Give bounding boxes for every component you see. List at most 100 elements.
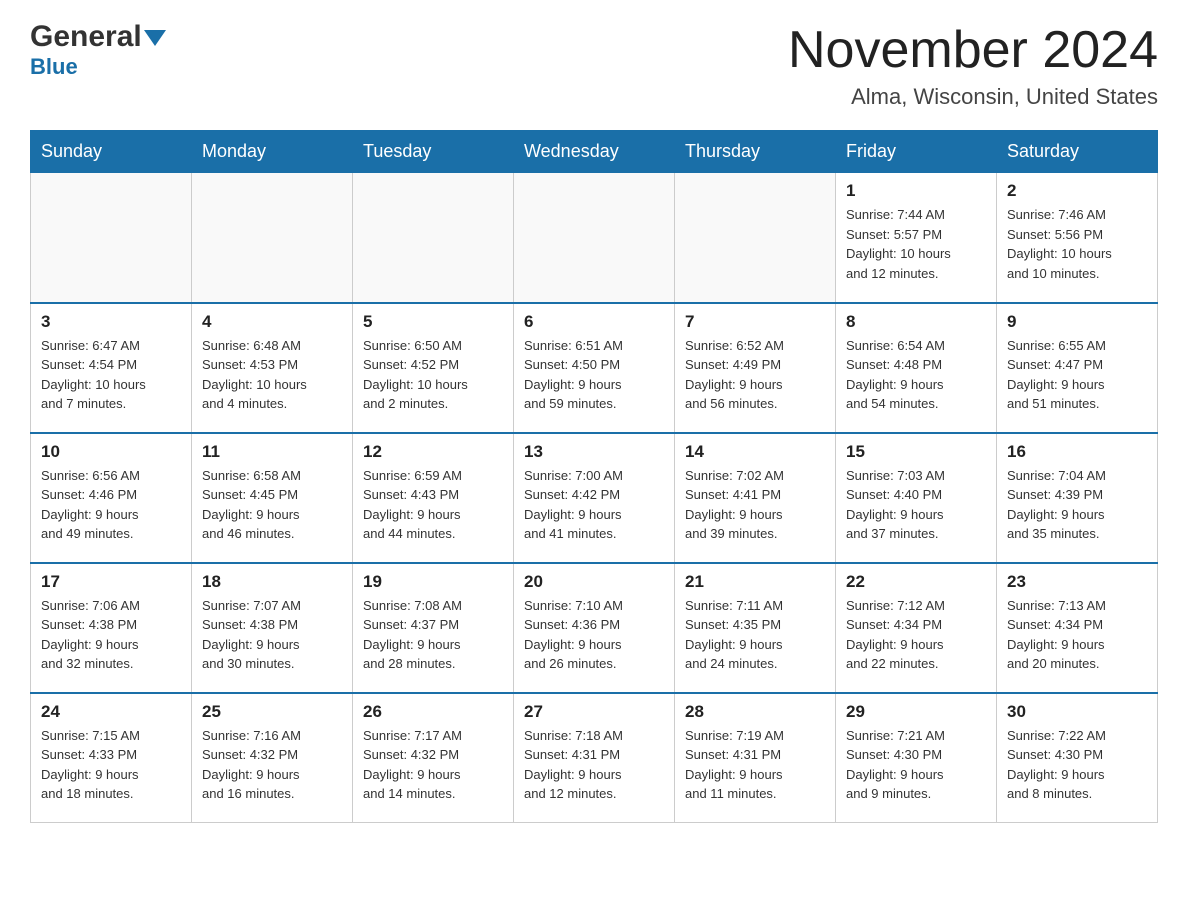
calendar-cell xyxy=(31,173,192,303)
day-number: 25 xyxy=(202,702,342,722)
calendar-header-monday: Monday xyxy=(192,131,353,173)
calendar-cell: 15Sunrise: 7:03 AMSunset: 4:40 PMDayligh… xyxy=(836,433,997,563)
logo: General Blue xyxy=(30,20,166,80)
calendar-cell xyxy=(514,173,675,303)
day-info: Sunrise: 6:48 AMSunset: 4:53 PMDaylight:… xyxy=(202,336,342,414)
calendar-cell: 11 Sunrise: 6:58 AMSunset: 4:45 PMDayligh… xyxy=(192,433,353,563)
day-number: 29 xyxy=(846,702,986,722)
day-number: 17 xyxy=(41,572,181,592)
calendar-cell: 17Sunrise: 7:06 AMSunset: 4:38 PMDayligh… xyxy=(31,563,192,693)
day-info: Sunrise: 6:51 AMSunset: 4:50 PMDaylight:… xyxy=(524,336,664,414)
calendar-cell: 23 Sunrise: 7:13 AMSunset: 4:34 PMDayligh… xyxy=(997,563,1158,693)
calendar-cell: 1Sunrise: 7:44 AMSunset: 5:57 PMDaylight… xyxy=(836,173,997,303)
day-number: 5 xyxy=(363,312,503,332)
day-info: Sunrise: 6:54 AMSunset: 4:48 PMDaylight:… xyxy=(846,336,986,414)
calendar-cell: 22Sunrise: 7:12 AMSunset: 4:34 PMDayligh… xyxy=(836,563,997,693)
day-info: Sunrise: 7:12 AMSunset: 4:34 PMDaylight:… xyxy=(846,596,986,674)
logo-arrow-icon xyxy=(144,30,166,46)
day-number: 11 xyxy=(202,442,342,462)
calendar-week-1: 1Sunrise: 7:44 AMSunset: 5:57 PMDaylight… xyxy=(31,173,1158,303)
calendar-cell: 8 Sunrise: 6:54 AMSunset: 4:48 PMDaylight… xyxy=(836,303,997,433)
calendar-cell xyxy=(675,173,836,303)
day-number: 15 xyxy=(846,442,986,462)
calendar-cell: 19Sunrise: 7:08 AMSunset: 4:37 PMDayligh… xyxy=(353,563,514,693)
calendar-cell: 29 Sunrise: 7:21 AMSunset: 4:30 PMDayligh… xyxy=(836,693,997,823)
calendar-cell: 18 Sunrise: 7:07 AMSunset: 4:38 PMDayligh… xyxy=(192,563,353,693)
calendar-cell: 26Sunrise: 7:17 AMSunset: 4:32 PMDayligh… xyxy=(353,693,514,823)
day-info: Sunrise: 7:18 AMSunset: 4:31 PMDaylight:… xyxy=(524,726,664,804)
title-block: November 2024 Alma, Wisconsin, United St… xyxy=(788,20,1158,110)
day-info: Sunrise: 7:08 AMSunset: 4:37 PMDaylight:… xyxy=(363,596,503,674)
day-number: 9 xyxy=(1007,312,1147,332)
day-info: Sunrise: 7:15 AMSunset: 4:33 PMDaylight:… xyxy=(41,726,181,804)
calendar-cell: 28 Sunrise: 7:19 AMSunset: 4:31 PMDayligh… xyxy=(675,693,836,823)
calendar-cell: 25 Sunrise: 7:16 AMSunset: 4:32 PMDayligh… xyxy=(192,693,353,823)
calendar-header-row: SundayMondayTuesdayWednesdayThursdayFrid… xyxy=(31,131,1158,173)
calendar-cell: 13Sunrise: 7:00 AMSunset: 4:42 PMDayligh… xyxy=(514,433,675,563)
day-number: 18 xyxy=(202,572,342,592)
day-info: Sunrise: 7:21 AMSunset: 4:30 PMDaylight:… xyxy=(846,726,986,804)
calendar-week-4: 17Sunrise: 7:06 AMSunset: 4:38 PMDayligh… xyxy=(31,563,1158,693)
calendar-cell: 14Sunrise: 7:02 AMSunset: 4:41 PMDayligh… xyxy=(675,433,836,563)
day-number: 26 xyxy=(363,702,503,722)
calendar-cell: 20Sunrise: 7:10 AMSunset: 4:36 PMDayligh… xyxy=(514,563,675,693)
calendar-header-friday: Friday xyxy=(836,131,997,173)
calendar-week-2: 3 Sunrise: 6:47 AMSunset: 4:54 PMDaylight… xyxy=(31,303,1158,433)
calendar-cell: 16 Sunrise: 7:04 AMSunset: 4:39 PMDayligh… xyxy=(997,433,1158,563)
logo-general-text: General xyxy=(30,20,142,54)
day-number: 24 xyxy=(41,702,181,722)
calendar-header-wednesday: Wednesday xyxy=(514,131,675,173)
day-number: 27 xyxy=(524,702,664,722)
calendar-cell: 6 Sunrise: 6:51 AMSunset: 4:50 PMDaylight… xyxy=(514,303,675,433)
day-info: Sunrise: 7:13 AMSunset: 4:34 PMDaylight:… xyxy=(1007,596,1147,674)
day-info: Sunrise: 7:02 AMSunset: 4:41 PMDaylight:… xyxy=(685,466,825,544)
calendar-cell: 7 Sunrise: 6:52 AMSunset: 4:49 PMDaylight… xyxy=(675,303,836,433)
calendar-cell xyxy=(353,173,514,303)
day-number: 16 xyxy=(1007,442,1147,462)
calendar-week-5: 24 Sunrise: 7:15 AMSunset: 4:33 PMDayligh… xyxy=(31,693,1158,823)
calendar-cell: 10 Sunrise: 6:56 AMSunset: 4:46 PMDayligh… xyxy=(31,433,192,563)
day-info: Sunrise: 6:58 AMSunset: 4:45 PMDaylight:… xyxy=(202,466,342,544)
day-info: Sunrise: 6:52 AMSunset: 4:49 PMDaylight:… xyxy=(685,336,825,414)
day-info: Sunrise: 6:50 AMSunset: 4:52 PMDaylight:… xyxy=(363,336,503,414)
day-number: 8 xyxy=(846,312,986,332)
calendar-header-sunday: Sunday xyxy=(31,131,192,173)
calendar-cell: 9Sunrise: 6:55 AMSunset: 4:47 PMDaylight… xyxy=(997,303,1158,433)
calendar-cell xyxy=(192,173,353,303)
day-info: Sunrise: 6:56 AMSunset: 4:46 PMDaylight:… xyxy=(41,466,181,544)
month-title: November 2024 xyxy=(788,20,1158,80)
day-number: 23 xyxy=(1007,572,1147,592)
day-number: 7 xyxy=(685,312,825,332)
day-number: 10 xyxy=(41,442,181,462)
calendar-cell: 3 Sunrise: 6:47 AMSunset: 4:54 PMDaylight… xyxy=(31,303,192,433)
calendar-cell: 2 Sunrise: 7:46 AMSunset: 5:56 PMDaylight… xyxy=(997,173,1158,303)
day-info: Sunrise: 7:00 AMSunset: 4:42 PMDaylight:… xyxy=(524,466,664,544)
day-number: 6 xyxy=(524,312,664,332)
day-info: Sunrise: 7:19 AMSunset: 4:31 PMDaylight:… xyxy=(685,726,825,804)
day-number: 20 xyxy=(524,572,664,592)
calendar-header-saturday: Saturday xyxy=(997,131,1158,173)
day-number: 28 xyxy=(685,702,825,722)
calendar-week-3: 10 Sunrise: 6:56 AMSunset: 4:46 PMDayligh… xyxy=(31,433,1158,563)
day-info: Sunrise: 6:47 AMSunset: 4:54 PMDaylight:… xyxy=(41,336,181,414)
calendar-cell: 21Sunrise: 7:11 AMSunset: 4:35 PMDayligh… xyxy=(675,563,836,693)
calendar-table: SundayMondayTuesdayWednesdayThursdayFrid… xyxy=(30,130,1158,823)
logo-blue-text: Blue xyxy=(30,54,78,79)
day-info: Sunrise: 7:04 AMSunset: 4:39 PMDaylight:… xyxy=(1007,466,1147,544)
day-number: 1 xyxy=(846,181,986,201)
page-header: General Blue November 2024 Alma, Wiscons… xyxy=(30,20,1158,110)
calendar-cell: 4 Sunrise: 6:48 AMSunset: 4:53 PMDaylight… xyxy=(192,303,353,433)
day-info: Sunrise: 7:22 AMSunset: 4:30 PMDaylight:… xyxy=(1007,726,1147,804)
day-number: 12 xyxy=(363,442,503,462)
day-info: Sunrise: 7:16 AMSunset: 4:32 PMDaylight:… xyxy=(202,726,342,804)
day-number: 21 xyxy=(685,572,825,592)
location-title: Alma, Wisconsin, United States xyxy=(788,84,1158,110)
day-number: 2 xyxy=(1007,181,1147,201)
day-info: Sunrise: 7:46 AMSunset: 5:56 PMDaylight:… xyxy=(1007,205,1147,283)
day-number: 30 xyxy=(1007,702,1147,722)
day-number: 3 xyxy=(41,312,181,332)
calendar-cell: 27 Sunrise: 7:18 AMSunset: 4:31 PMDayligh… xyxy=(514,693,675,823)
day-number: 4 xyxy=(202,312,342,332)
calendar-header-tuesday: Tuesday xyxy=(353,131,514,173)
day-info: Sunrise: 7:07 AMSunset: 4:38 PMDaylight:… xyxy=(202,596,342,674)
